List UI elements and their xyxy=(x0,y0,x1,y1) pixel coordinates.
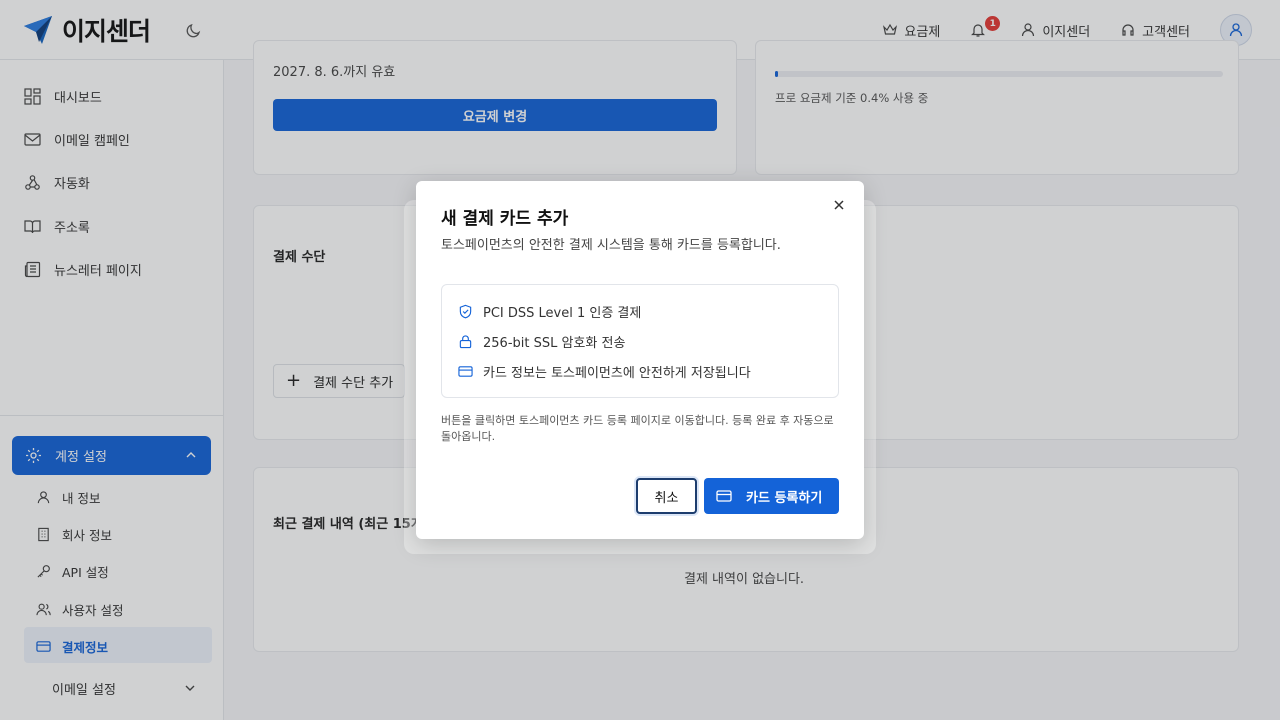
register-card-button[interactable]: 카드 등록하기 xyxy=(704,478,839,514)
modal-description: 토스페이먼츠의 안전한 결제 시스템을 통해 카드를 등록합니다. xyxy=(441,238,781,253)
modal-note: 버튼을 클릭하면 토스페이먼츠 카드 등록 페이지로 이동합니다. 등록 완료 … xyxy=(441,414,834,443)
feature-label: 카드 정보는 토스페이먼츠에 안전하게 저장됩니다 xyxy=(483,366,751,381)
feature-item: PCI DSS Level 1 인증 결제 xyxy=(458,302,641,321)
add-card-modal: 새 결제 카드 추가 토스페이먼츠의 안전한 결제 시스템을 통해 카드를 등록… xyxy=(416,181,864,539)
shield-check-icon xyxy=(459,304,472,319)
register-card-label: 카드 등록하기 xyxy=(746,490,823,506)
feature-label: 256-bit SSL 암호화 전송 xyxy=(483,336,626,351)
credit-card-icon xyxy=(458,366,473,377)
feature-label: PCI DSS Level 1 인증 결제 xyxy=(483,306,642,321)
close-icon[interactable] xyxy=(832,198,846,212)
credit-card-icon xyxy=(716,490,732,502)
security-features-box: PCI DSS Level 1 인증 결제 256-bit SSL 암호화 전송… xyxy=(441,284,839,398)
lock-icon xyxy=(459,335,472,349)
feature-item: 카드 정보는 토스페이먼츠에 안전하게 저장됩니다 xyxy=(458,362,751,381)
modal-title: 새 결제 카드 추가 xyxy=(441,209,569,229)
cancel-button[interactable]: 취소 xyxy=(636,478,697,514)
feature-item: 256-bit SSL 암호화 전송 xyxy=(458,332,625,351)
